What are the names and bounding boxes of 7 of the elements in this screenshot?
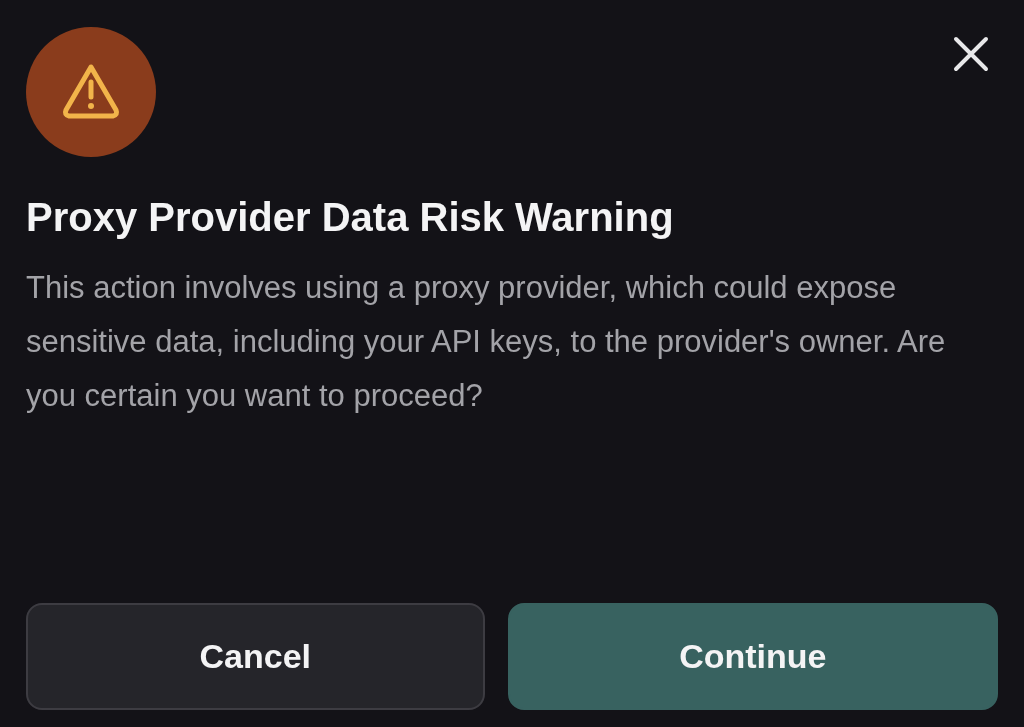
- warning-message: This action involves using a proxy provider, which could expose sensitive data, including your API keys, to the provider's owner. Are you certain you want to proceed?: [26, 269, 947, 415]
- cancel-button[interactable]: Cancel: [26, 603, 485, 710]
- close-button[interactable]: [953, 36, 989, 72]
- continue-button[interactable]: Continue: [507, 603, 998, 710]
- warning-icon: [26, 27, 156, 157]
- dialog-title: Proxy Provider Data Risk Warning: [26, 194, 675, 241]
- close-icon: [953, 36, 989, 72]
